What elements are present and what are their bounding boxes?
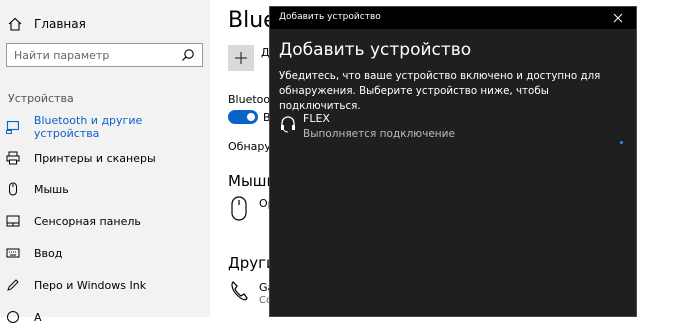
device-list-item[interactable]: FLEX Выполняется подключение [276, 109, 630, 145]
printer-icon [6, 151, 20, 165]
sidebar-item-mouse[interactable]: Мышь [0, 176, 210, 202]
add-device-dialog: Добавить устройство Добавить устройство … [269, 6, 637, 317]
dialog-heading: Добавить устройство [279, 40, 472, 60]
search-input[interactable] [7, 45, 181, 65]
nav-section-devices: Устройства [8, 92, 74, 105]
search-box[interactable] [6, 43, 203, 67]
dialog-window-title: Добавить устройство [279, 12, 381, 22]
connecting-spinner [620, 141, 623, 144]
sidebar-item-label: А [34, 310, 42, 324]
autoplay-icon [7, 311, 19, 323]
sidebar-item-label: Принтеры и сканеры [34, 151, 156, 165]
pen-icon [7, 279, 19, 291]
sidebar-item-label: Мышь [34, 182, 69, 196]
sidebar-item-touchpad[interactable]: Сенсорная панель [0, 208, 210, 234]
add-device-button[interactable] [228, 45, 254, 71]
device-status: Выполняется подключение [303, 128, 455, 140]
sidebar-item-label: Перо и Windows Ink [34, 278, 147, 292]
device-name: FLEX [303, 112, 330, 125]
sidebar-item-printers[interactable]: Принтеры и сканеры [0, 145, 210, 171]
mouse-icon [231, 196, 247, 221]
dialog-titlebar[interactable]: Добавить устройство [270, 7, 636, 29]
phone-icon [231, 281, 248, 301]
sidebar-item-label: Сенсорная панель [34, 214, 141, 228]
settings-nav-pane: Главная Устройства Bluetooth и другие ус… [0, 0, 210, 324]
sidebar-item-bluetooth[interactable]: Bluetooth и другие устройства [0, 114, 210, 140]
mouse-icon [9, 182, 17, 196]
headset-icon [281, 116, 295, 133]
keyboard-icon [6, 248, 20, 258]
sidebar-item-pen[interactable]: Перо и Windows Ink [0, 272, 210, 298]
nav-home[interactable]: Главная [8, 14, 86, 34]
bluetooth-icon [6, 120, 19, 134]
dialog-close-button[interactable] [606, 7, 630, 29]
sidebar-item-label: Bluetooth и другие устройства [33, 114, 143, 140]
home-icon [8, 17, 22, 31]
sidebar-item-typing[interactable]: Ввод [0, 240, 210, 266]
plus-icon [235, 52, 247, 64]
bluetooth-toggle[interactable] [228, 110, 258, 124]
sidebar-item-label: Ввод [34, 246, 63, 260]
close-icon [613, 13, 623, 23]
search-icon[interactable] [181, 48, 195, 62]
nav-home-label: Главная [34, 17, 86, 31]
touchpad-icon [6, 215, 20, 227]
toggle-knob [247, 113, 255, 121]
sidebar-item-autoplay[interactable]: А [0, 304, 210, 330]
dialog-description: Убедитесь, что ваше устройство включено … [279, 70, 601, 112]
